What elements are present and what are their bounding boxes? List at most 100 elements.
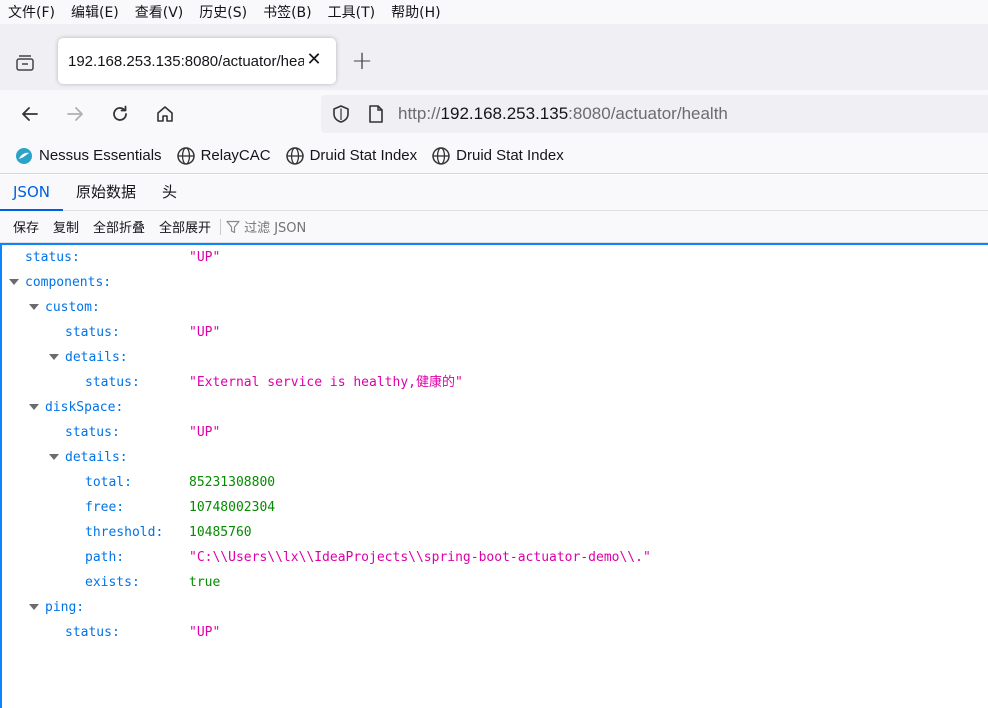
menu-edit[interactable]: 编辑(E)	[63, 2, 127, 22]
tab-strip: 192.168.253.135:8080/actuator/health ✕ +	[0, 24, 988, 90]
forward-arrow-icon	[67, 107, 83, 121]
bookmark-label: Druid Stat Index	[456, 147, 564, 164]
save-button[interactable]: 保存	[6, 217, 46, 236]
menu-view[interactable]: 查看(V)	[127, 2, 192, 22]
json-key: components:	[25, 275, 112, 290]
bookmark-label: Druid Stat Index	[309, 147, 418, 164]
json-row-custom-status[interactable]: status: "UP"	[2, 320, 988, 345]
menu-help[interactable]: 帮助(H)	[383, 2, 448, 22]
home-button[interactable]	[151, 100, 179, 128]
json-key: free:	[85, 500, 125, 515]
filter-icon	[226, 220, 240, 233]
url-text[interactable]: http://192.168.253.135:8080/actuator/hea…	[398, 104, 728, 124]
json-row-ping-status[interactable]: status: "UP"	[2, 620, 988, 645]
json-row-threshold[interactable]: threshold: 10485760	[2, 520, 988, 545]
bookmarks-bar: Nessus Essentials RelayCAC Druid Stat In…	[0, 138, 988, 174]
globe-icon	[176, 146, 195, 165]
tab-headers[interactable]: 头	[149, 175, 190, 211]
toolbar-divider	[220, 218, 222, 235]
json-value: true	[189, 575, 221, 590]
bookmark-nessus[interactable]: Nessus Essentials	[14, 146, 162, 166]
json-row-total[interactable]: total: 85231308800	[2, 470, 988, 495]
json-row-exists[interactable]: exists: true	[2, 570, 988, 595]
expand-triangle-icon[interactable]	[49, 454, 59, 460]
menu-bookmarks[interactable]: 书签(B)	[255, 2, 320, 22]
page-info-icon[interactable]	[367, 104, 385, 124]
json-key: custom:	[45, 300, 100, 315]
json-key: status:	[25, 250, 80, 265]
tab-close-icon[interactable]: ✕	[304, 50, 324, 70]
json-row-custom[interactable]: custom:	[2, 295, 988, 320]
json-row-free[interactable]: free: 10748002304	[2, 495, 988, 520]
expand-triangle-icon[interactable]	[29, 304, 39, 310]
bookmark-druid-2[interactable]: Druid Stat Index	[431, 146, 564, 166]
tab-json[interactable]: JSON	[0, 175, 63, 211]
json-row-disk-details[interactable]: details:	[2, 445, 988, 470]
menu-file[interactable]: 文件(F)	[0, 2, 63, 22]
json-value: "C:\\Users\\lx\\IdeaProjects\\spring-boo…	[189, 550, 651, 565]
bookmark-druid-1[interactable]: Druid Stat Index	[285, 146, 418, 166]
reload-button[interactable]	[106, 100, 134, 128]
expand-triangle-icon[interactable]	[49, 354, 59, 360]
bookmark-label: RelayCAC	[200, 147, 271, 164]
json-value: "UP"	[189, 250, 221, 265]
json-row-ping[interactable]: ping:	[2, 595, 988, 620]
url-bar[interactable]: http://192.168.253.135:8080/actuator/hea…	[321, 95, 988, 133]
collapse-all-button[interactable]: 全部折叠	[86, 217, 152, 236]
tab-list-icon	[16, 55, 34, 71]
new-tab-button[interactable]: +	[348, 48, 376, 76]
expand-triangle-icon[interactable]	[9, 279, 19, 285]
json-key: status:	[65, 625, 120, 640]
json-value: 85231308800	[189, 475, 276, 490]
expand-triangle-icon[interactable]	[29, 404, 39, 410]
bookmark-relaycac[interactable]: RelayCAC	[176, 146, 271, 166]
bookmark-label: Nessus Essentials	[39, 147, 162, 164]
copy-button[interactable]: 复制	[46, 217, 86, 236]
json-value: "UP"	[189, 425, 221, 440]
globe-icon	[432, 146, 450, 165]
json-key: diskSpace:	[45, 400, 124, 415]
menu-history[interactable]: 历史(S)	[191, 2, 255, 22]
json-key: status:	[65, 425, 120, 440]
json-value: "UP"	[189, 625, 221, 640]
url-path: :8080/actuator/health	[568, 104, 728, 123]
tab-raw-data[interactable]: 原始数据	[63, 175, 149, 211]
back-arrow-icon	[22, 107, 38, 121]
json-key: status:	[65, 325, 120, 340]
forward-button[interactable]	[61, 100, 89, 128]
back-button[interactable]	[16, 100, 44, 128]
json-value: "UP"	[189, 325, 221, 340]
json-tree: status: "UP" components: custom: status:…	[0, 243, 988, 708]
list-all-tabs-button[interactable]	[10, 50, 40, 76]
filter-placeholder: 过滤 JSON	[244, 221, 307, 236]
json-key: details:	[65, 350, 128, 365]
json-toolbar: 保存 复制 全部折叠 全部展开 过滤 JSON	[0, 211, 988, 243]
json-row-path[interactable]: path: "C:\\Users\\lx\\IdeaProjects\\spri…	[2, 545, 988, 570]
expand-all-button[interactable]: 全部展开	[152, 217, 218, 236]
json-key: path:	[85, 550, 125, 565]
json-viewer-tabs: JSON 原始数据 头	[0, 175, 988, 211]
menu-bar: 文件(F) 编辑(E) 查看(V) 历史(S) 书签(B) 工具(T) 帮助(H…	[0, 0, 988, 24]
json-value: 10485760	[189, 525, 252, 540]
menu-tools[interactable]: 工具(T)	[320, 2, 383, 22]
tab-active[interactable]: 192.168.253.135:8080/actuator/health ✕	[58, 38, 336, 84]
json-value: "External service is healthy,健康的"	[189, 375, 463, 390]
filter-json-input[interactable]: 过滤 JSON	[226, 217, 306, 236]
json-value: 10748002304	[189, 500, 276, 515]
json-row-diskspace[interactable]: diskSpace:	[2, 395, 988, 420]
expand-triangle-icon[interactable]	[29, 604, 39, 610]
nessus-logo-icon	[16, 147, 32, 164]
nav-bar: http://192.168.253.135:8080/actuator/hea…	[0, 90, 988, 138]
url-host: 192.168.253.135	[440, 104, 569, 123]
json-row-custom-details[interactable]: details:	[2, 345, 988, 370]
json-key: total:	[85, 475, 132, 490]
json-row-disk-status[interactable]: status: "UP"	[2, 420, 988, 445]
json-row-status[interactable]: status: "UP"	[2, 245, 988, 270]
url-scheme: http://	[398, 104, 441, 123]
json-key: threshold:	[85, 525, 164, 540]
tab-title: 192.168.253.135:8080/actuator/health	[68, 52, 304, 70]
json-row-components[interactable]: components:	[2, 270, 988, 295]
shield-icon[interactable]	[331, 104, 351, 124]
json-row-custom-details-status[interactable]: status: "External service is healthy,健康的…	[2, 370, 988, 395]
json-key: details:	[65, 450, 128, 465]
